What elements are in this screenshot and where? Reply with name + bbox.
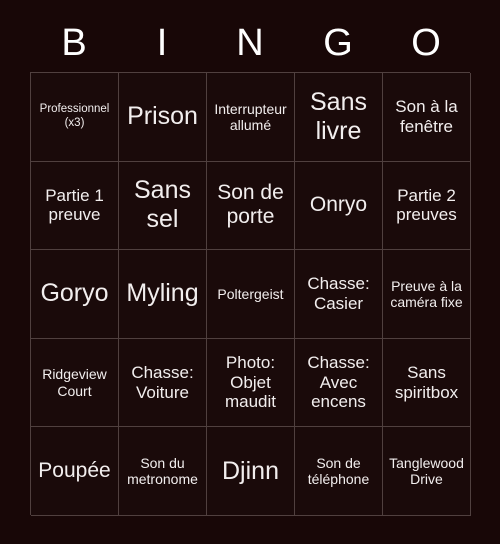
bingo-grid: Professionnel (x3) Prison Interrupteur all… [30,72,471,516]
bingo-cell[interactable]: Onryo [295,161,383,251]
bingo-card: B I N G O Professionnel (x3) Prison Interrupte… [0,0,500,544]
bingo-cell-label: Son à la fenêtre [395,97,458,136]
bingo-cell[interactable]: Ridgeview Court [31,338,119,428]
bingo-header-letter-i: I [156,22,168,64]
bingo-cell[interactable]: Poltergeist [207,250,295,339]
bingo-cell[interactable]: Partie 1 preuve [31,161,119,251]
bingo-cell-label: Chasse: Voiture [131,362,194,402]
bingo-header-letter-o: O [411,22,441,64]
bingo-cell-label: Myling [126,279,199,308]
bingo-cell[interactable]: Interrupteur allumé [207,73,295,162]
bingo-cell-label: Son de porte [217,181,284,229]
bingo-cell[interactable]: Goryo [31,250,119,339]
bingo-cell-label: Prison [127,102,198,131]
bingo-cell-label: Chasse: Avec encens [307,353,370,412]
bingo-cell-label: Sans sel [134,176,191,234]
bingo-cell-label: Partie 2 preuves [396,185,457,225]
bingo-cell-label: Onryo [309,193,368,217]
bingo-cell-label: Djinn [222,456,279,485]
bingo-header-letter-b: B [61,22,87,64]
bingo-cell-label: Poltergeist [217,285,284,302]
bingo-cell[interactable]: Tanglewood Drive [383,427,471,516]
bingo-cell[interactable]: Son de porte [207,161,295,251]
bingo-header-letter-g: G [323,22,353,64]
bingo-cell[interactable]: Sans sel [119,161,207,251]
bingo-cell-label: Ridgeview Court [42,366,107,399]
bingo-cell[interactable]: Myling [119,250,207,339]
bingo-header-letter-n: N [236,22,264,64]
bingo-cell-label: Photo: Objet maudit [224,353,277,412]
bingo-cell-label: Chasse: Casier [307,274,370,313]
bingo-header: BINGO [30,14,470,72]
bingo-cell[interactable]: Partie 2 preuves [383,161,471,251]
bingo-cell-label: Sans livre [310,87,367,145]
bingo-cell-label: Partie 1 preuve [45,185,104,225]
bingo-cell-label: Preuve à la caméra fixe [390,277,463,310]
bingo-cell-label: Son de téléphone [307,454,370,488]
bingo-cell[interactable]: Sans livre [295,73,383,162]
bingo-cell[interactable]: Photo: Objet maudit [207,338,295,428]
bingo-cell[interactable]: Chasse: Avec encens [295,338,383,428]
bingo-cell[interactable]: Djinn [207,427,295,516]
bingo-cell[interactable]: Preuve à la caméra fixe [383,250,471,339]
bingo-cell-label: Son du metronome [127,454,198,488]
bingo-cell-label: Poupée [38,458,111,482]
bingo-cell-label: Goryo [40,279,109,308]
bingo-cell[interactable]: Prison [119,73,207,162]
bingo-cell-label: Professionnel (x3) [39,103,110,129]
bingo-cell[interactable]: Chasse: Casier [295,250,383,339]
bingo-cell[interactable]: Poupée [31,427,119,516]
bingo-cell[interactable]: Professionnel (x3) [31,73,119,162]
bingo-cell-label: Tanglewood Drive [389,454,464,488]
bingo-cell[interactable]: Sans spiritbox [383,338,471,428]
bingo-cell[interactable]: Son à la fenêtre [383,73,471,162]
bingo-cell[interactable]: Son du metronome [119,427,207,516]
bingo-cell-label: Sans spiritbox [394,362,459,402]
bingo-cell-label: Interrupteur allumé [214,100,287,133]
bingo-cell[interactable]: Chasse: Voiture [119,338,207,428]
bingo-cell[interactable]: Son de téléphone [295,427,383,516]
